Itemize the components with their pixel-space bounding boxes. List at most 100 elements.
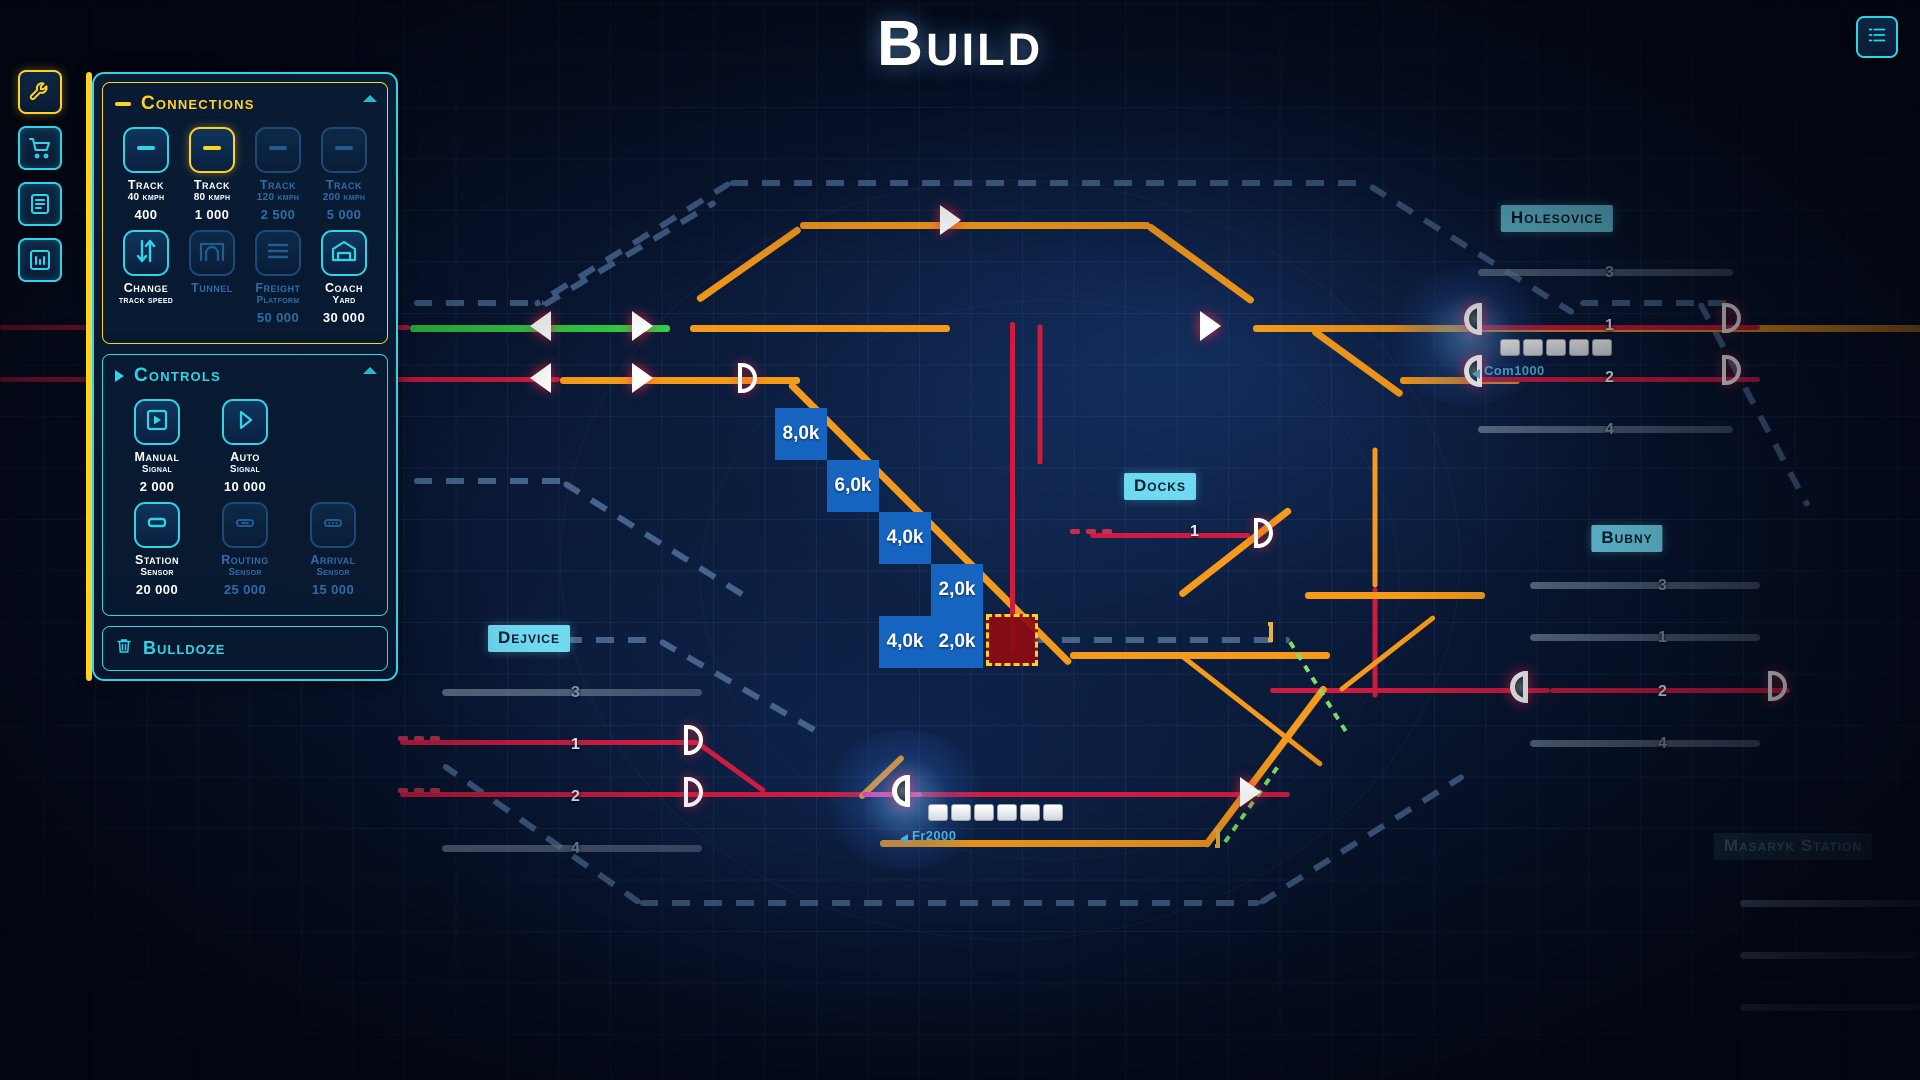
palette-item-freight-platform[interactable]: Freight Platform 50 000: [245, 228, 311, 331]
trash-icon: [115, 637, 133, 660]
platform-number: 3: [1605, 264, 1614, 281]
palette-item-box[interactable]: [255, 127, 301, 173]
cost-tile: 2,0k: [931, 616, 983, 668]
platform-number: 3: [1658, 577, 1667, 594]
palette-item-name: Station: [135, 553, 179, 567]
connections-header[interactable]: Connections: [115, 93, 377, 115]
bulldoze-button[interactable]: Bulldoze: [102, 626, 388, 671]
palette-item-sub: Signal: [141, 464, 173, 475]
train-car: [1569, 339, 1589, 356]
station-label[interactable]: Dejvice: [488, 625, 570, 652]
palette-item-auto-signal[interactable]: Auto Signal 10 000: [201, 397, 289, 500]
palette-item-coach-yard[interactable]: Coach Yard 30 000: [311, 228, 377, 331]
book-icon: [28, 192, 52, 216]
station-label[interactable]: Bubny: [1591, 525, 1663, 552]
track-dash-icon: [131, 133, 161, 168]
palette-item-track-40-kmph[interactable]: Track 40 kmph 400: [113, 125, 179, 228]
train-car: [1523, 339, 1543, 356]
palette-item-change-track-speed[interactable]: Change track speed: [113, 228, 179, 331]
station-label[interactable]: Holesovice: [1500, 205, 1614, 232]
train-name-label[interactable]: Com1000: [1484, 363, 1545, 378]
palette-item-box[interactable]: [255, 230, 301, 276]
palette-item-routing-sensor[interactable]: Routing Sensor 25 000: [201, 500, 289, 603]
train-car: [1592, 339, 1612, 356]
chart-icon: [28, 248, 52, 272]
palette-item-track-120-kmph[interactable]: Track 120 kmph 2 500: [245, 125, 311, 228]
palette-item-box[interactable]: [222, 502, 268, 548]
palette-item-tunnel[interactable]: Tunnel: [179, 228, 245, 331]
rail-button-stats[interactable]: [18, 238, 62, 282]
rail-button-journal[interactable]: [18, 182, 62, 226]
palette-item-box[interactable]: [222, 399, 268, 445]
palette-item-track-200-kmph[interactable]: Track 200 kmph 5 000: [311, 125, 377, 228]
rail-button-shop[interactable]: [18, 126, 62, 170]
palette-item-box[interactable]: [189, 230, 235, 276]
platform-number: 3: [571, 684, 580, 701]
lines-icon: [264, 237, 292, 270]
palette-item-box[interactable]: [123, 127, 169, 173]
palette-item-price: 2 500: [260, 207, 296, 222]
platform-number: 1: [1658, 629, 1667, 646]
palette-item-box[interactable]: [134, 502, 180, 548]
connections-title: Connections: [141, 93, 255, 114]
track-dash-icon: [263, 133, 293, 168]
platform-number: 2: [1605, 369, 1614, 386]
palette-item-sub: track speed: [118, 295, 174, 306]
train-car: [1043, 804, 1063, 821]
build-panel: Connections Track 40 kmph 400 Track 80 k…: [86, 72, 398, 681]
palette-item-box[interactable]: [134, 399, 180, 445]
platform-number: 2: [1658, 683, 1667, 700]
arrival-sensor-icon: [318, 508, 348, 543]
palette-item-name: Manual: [134, 450, 180, 464]
palette-item-sub: 40 kmph: [127, 192, 165, 203]
train-car: [951, 804, 971, 821]
palette-item-box[interactable]: [321, 127, 367, 173]
buffer-marker: [1215, 828, 1220, 848]
palette-item-name: Change: [123, 281, 169, 295]
palette-item-name: Auto: [230, 450, 260, 464]
palette-item-name: Track: [259, 178, 297, 192]
palette-item-sub: 120 kmph: [256, 192, 300, 203]
station-label[interactable]: Docks: [1124, 473, 1196, 500]
palette-item-price: 5 000: [326, 207, 362, 222]
station-label[interactable]: Masaryk Station: [1713, 833, 1873, 860]
palette-item-box[interactable]: [123, 230, 169, 276]
platform-number: 1: [1605, 317, 1614, 334]
palette-item-station-sensor[interactable]: Station Sensor 20 000: [113, 500, 201, 603]
rail-button-build-tool[interactable]: [18, 70, 62, 114]
palette-item-sub: Platform: [256, 295, 300, 306]
palette-item-track-80-kmph[interactable]: Track 80 kmph 1 000: [179, 125, 245, 228]
palette-item-arrival-sensor[interactable]: Arrival Sensor 15 000: [289, 500, 377, 603]
train-car: [1020, 804, 1040, 821]
game-screen: 8,0k 6,0k 4,0k 2,0k 4,0k 2,0k Holesovice Docks…: [0, 0, 1920, 1080]
collapse-caret-icon[interactable]: [363, 367, 377, 374]
platform-number: 4: [571, 840, 580, 857]
task-list-button[interactable]: [1856, 16, 1898, 58]
build-cursor[interactable]: [986, 614, 1038, 666]
controls-header[interactable]: Controls: [115, 365, 377, 387]
palette-item-name: Tunnel: [191, 281, 233, 295]
palette-item-name: Routing: [221, 553, 269, 567]
depot-icon: [330, 237, 358, 270]
tool-rail: [18, 70, 62, 294]
connections-section: Connections Track 40 kmph 400 Track 80 k…: [102, 82, 388, 344]
manual-signal-icon: [143, 406, 171, 439]
controls-title: Controls: [134, 365, 221, 386]
palette-item-name: Coach: [324, 281, 364, 295]
cost-tile: 8,0k: [775, 408, 827, 460]
up-down-arrows-icon: [132, 237, 160, 270]
train-direction-icon: [1472, 369, 1480, 379]
train-name-label[interactable]: Fr2000: [912, 828, 956, 843]
bulldoze-label: Bulldoze: [143, 638, 226, 658]
palette-item-box[interactable]: [310, 502, 356, 548]
palette-item-manual-signal[interactable]: Manual Signal 2 000: [113, 397, 201, 500]
palette-item-name: Track: [127, 178, 165, 192]
palette-item-name: Arrival: [310, 553, 356, 567]
palette-item-box[interactable]: [189, 127, 235, 173]
collapse-caret-icon[interactable]: [363, 95, 377, 102]
palette-item-box[interactable]: [321, 230, 367, 276]
decor-swirl: [700, 300, 1400, 860]
palette-item-sub: Signal: [229, 464, 261, 475]
platform-number: 2: [571, 788, 580, 805]
auto-signal-icon: [231, 406, 259, 439]
